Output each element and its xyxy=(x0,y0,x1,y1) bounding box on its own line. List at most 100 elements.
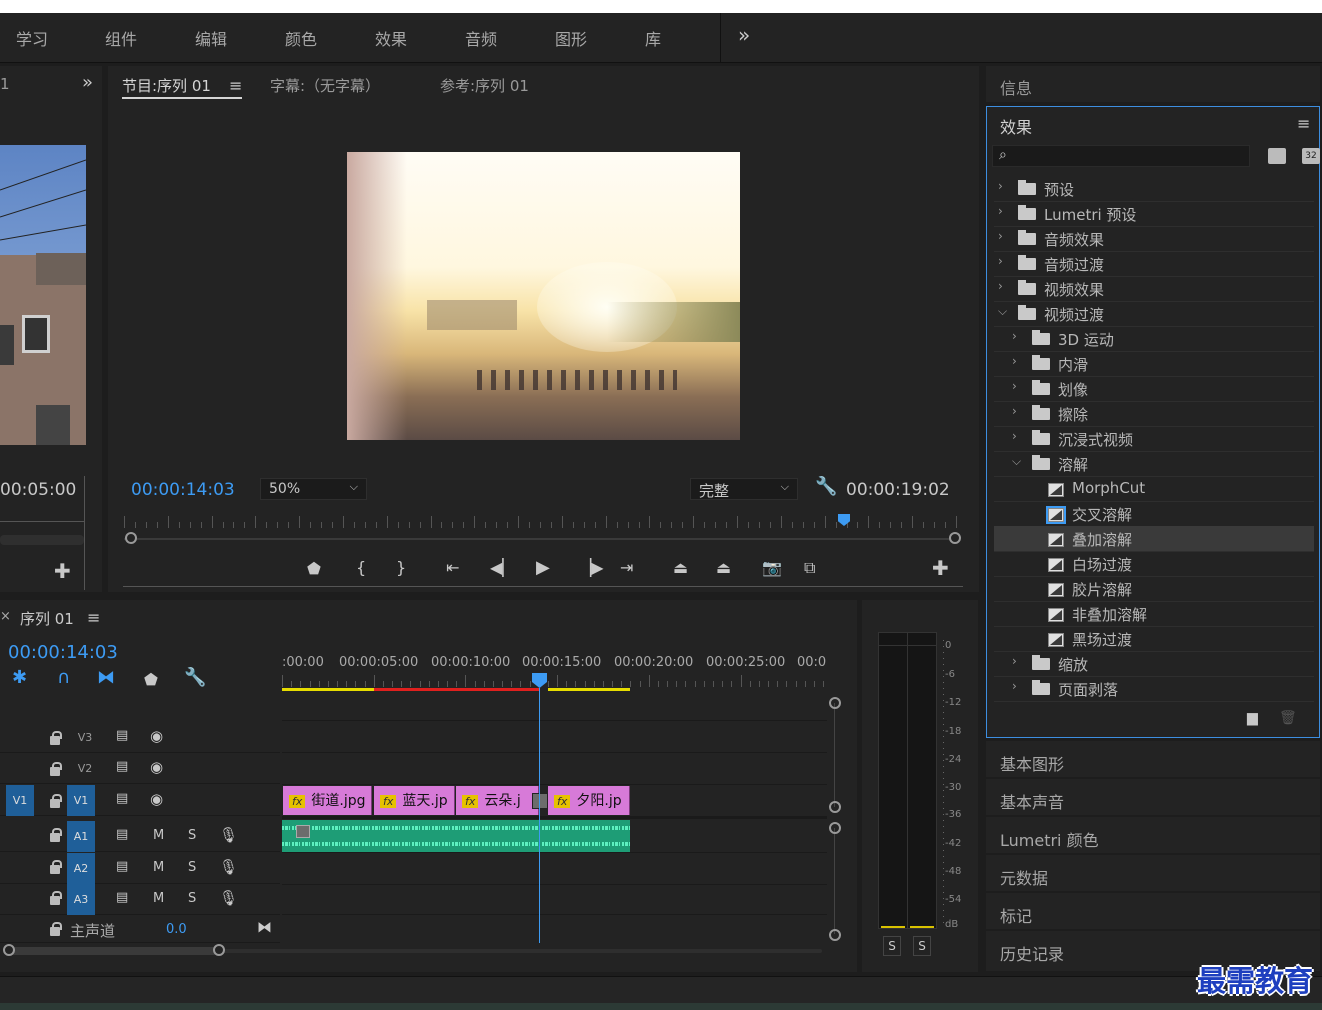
lock-icon[interactable] xyxy=(50,828,62,842)
effects-tree-item[interactable]: ⌵ 溶解 xyxy=(994,451,1314,476)
export-frame-camera-icon[interactable]: 📷 xyxy=(762,560,782,576)
workspace-tab-graphics[interactable]: 图形 xyxy=(555,26,587,50)
effects-search-input[interactable]: ⌕ xyxy=(992,145,1250,167)
effects-tree-item[interactable]: › 预设 xyxy=(994,176,1314,201)
comparison-view-icon[interactable]: ⧉ xyxy=(804,560,815,576)
audio-clip-waveform[interactable] xyxy=(282,820,630,852)
audio-scroll-handle[interactable] xyxy=(829,822,841,834)
mute-button[interactable]: M xyxy=(153,860,164,875)
program-time-ruler[interactable] xyxy=(124,514,957,534)
track-label-v3[interactable]: V3 xyxy=(71,722,99,753)
step-back-icon[interactable]: ◀▏ xyxy=(490,560,515,576)
tab-program[interactable]: 节目:序列 01 xyxy=(122,75,211,96)
mute-button[interactable]: M xyxy=(153,828,164,843)
source-patch-v1[interactable]: V1 xyxy=(6,785,34,816)
chevron-right-icon[interactable]: › xyxy=(998,279,1003,293)
chevron-right-icon[interactable]: › xyxy=(1012,379,1017,393)
effects-tree-item[interactable]: MorphCut xyxy=(994,476,1314,501)
lock-icon[interactable] xyxy=(50,922,62,936)
linked-selection-icon[interactable]: ⧓ xyxy=(97,669,115,687)
tab-reference[interactable]: 参考:序列 01 xyxy=(440,75,529,96)
lock-icon[interactable] xyxy=(50,731,62,745)
32bit-effects-icon[interactable]: 32 xyxy=(1302,148,1320,164)
effects-tree-item[interactable]: › 音频过渡 xyxy=(994,251,1314,276)
audio-scroll-handle[interactable] xyxy=(829,929,841,941)
panel-essential-graphics[interactable]: 基本图形 xyxy=(986,741,1320,777)
panel-markers[interactable]: 标记 xyxy=(986,893,1320,929)
master-track-volume[interactable]: 0.0 xyxy=(166,922,187,937)
sync-lock-film-icon[interactable]: ▤ xyxy=(116,759,128,774)
microphone-icon[interactable]: 🎙 xyxy=(219,826,238,844)
sync-lock-film-icon[interactable]: ▤ xyxy=(116,791,128,806)
info-panel[interactable]: 信息 xyxy=(986,66,1320,102)
mark-in-icon[interactable]: { xyxy=(356,560,366,576)
panel-essential-sound[interactable]: 基本声音 xyxy=(986,779,1320,815)
timeline-menu-icon[interactable]: ≡ xyxy=(87,608,100,627)
step-forward-icon[interactable]: ▕▶ xyxy=(579,560,604,576)
track-label-v2[interactable]: V2 xyxy=(71,753,99,784)
mute-button[interactable]: M xyxy=(153,891,164,906)
microphone-icon[interactable]: 🎙 xyxy=(219,889,238,907)
solo-right-button[interactable]: S xyxy=(913,936,931,956)
lock-icon[interactable] xyxy=(50,891,62,905)
nest-toggle-icon[interactable]: ✱ xyxy=(12,669,27,687)
video-scroll-handle[interactable] xyxy=(829,801,841,813)
accelerated-effects-icon[interactable] xyxy=(1268,148,1286,164)
clip-clouds[interactable]: fx 云朵.j xyxy=(456,786,539,815)
new-bin-folder-icon[interactable]: ▆ xyxy=(1247,710,1258,726)
effects-tree-item[interactable]: 叠加溶解 xyxy=(994,526,1314,551)
sync-lock-film-icon[interactable]: ▤ xyxy=(116,827,128,842)
tab-captions[interactable]: 字幕:（无字幕） xyxy=(270,75,380,96)
effects-tree-item[interactable]: 胶片溶解 xyxy=(994,576,1314,601)
add-button-icon[interactable]: ✚ xyxy=(932,558,949,578)
solo-left-button[interactable]: S xyxy=(883,936,901,956)
source-overflow-button[interactable]: » xyxy=(82,72,93,93)
chevron-down-icon[interactable]: ⌵ xyxy=(1012,454,1021,469)
extract-icon[interactable]: ⏏ xyxy=(716,560,731,576)
effects-tree-item[interactable]: › 视频效果 xyxy=(994,276,1314,301)
chevron-right-icon[interactable]: › xyxy=(1012,654,1017,668)
scroll-handle-right[interactable] xyxy=(949,532,961,544)
chevron-right-icon[interactable]: › xyxy=(1012,429,1017,443)
effects-tree-item[interactable]: 黑场过渡 xyxy=(994,626,1314,651)
go-to-out-icon[interactable]: ⇥ xyxy=(620,560,633,576)
chevron-right-icon[interactable]: › xyxy=(998,204,1003,218)
effects-tree-item[interactable]: 白场过渡 xyxy=(994,551,1314,576)
effects-tree-item[interactable]: 非叠加溶解 xyxy=(994,601,1314,626)
chevron-right-icon[interactable]: › xyxy=(1012,354,1017,368)
chevron-right-icon[interactable]: › xyxy=(998,254,1003,268)
go-to-edit-point-icon[interactable]: ⧓ xyxy=(257,918,272,936)
program-menu-icon[interactable]: ≡ xyxy=(229,76,242,95)
solo-button[interactable]: S xyxy=(188,860,196,875)
solo-button[interactable]: S xyxy=(188,828,196,843)
mark-out-icon[interactable]: } xyxy=(396,560,406,576)
workspace-tab-color[interactable]: 颜色 xyxy=(285,26,317,50)
timeline-settings-wrench-icon[interactable]: 🔧 xyxy=(184,669,206,687)
delete-trash-icon[interactable]: 🗑 xyxy=(1279,710,1297,726)
effects-tree-item[interactable]: ⌵ 视频过渡 xyxy=(994,301,1314,326)
chevron-right-icon[interactable]: › xyxy=(1012,329,1017,343)
clip-sunset[interactable]: fx 夕阳.jp xyxy=(548,786,630,815)
quality-select[interactable]: 完整 ⌵ xyxy=(690,478,798,500)
zoom-select[interactable]: 50% ⌵ xyxy=(260,478,367,500)
scroll-handle-left[interactable] xyxy=(3,944,15,956)
source-scrollbar[interactable] xyxy=(0,535,84,545)
timeline-h-scroll-thumb[interactable] xyxy=(8,947,218,955)
effects-tree-item[interactable]: › 缩放 xyxy=(994,651,1314,676)
clip-blue-sky[interactable]: fx 蓝天.jp xyxy=(374,786,455,815)
effects-tree-item[interactable]: › 音频效果 xyxy=(994,226,1314,251)
chevron-right-icon[interactable]: › xyxy=(1012,404,1017,418)
timeline-timecode[interactable]: 00:00:14:03 xyxy=(8,642,118,663)
source-add-button-icon[interactable]: ✚ xyxy=(54,561,71,581)
effects-tree-item[interactable]: › 擦除 xyxy=(994,401,1314,426)
chevron-right-icon[interactable]: › xyxy=(998,229,1003,243)
track-label-v1[interactable]: V1 xyxy=(67,785,95,816)
effects-menu-icon[interactable]: ≡ xyxy=(1297,114,1310,133)
settings-wrench-icon[interactable]: 🔧 xyxy=(815,478,837,496)
track-label-a3[interactable]: A3 xyxy=(67,884,95,915)
chevron-right-icon[interactable]: › xyxy=(1012,679,1017,693)
snap-magnet-icon[interactable]: ∩ xyxy=(57,669,70,687)
effects-tree-item[interactable]: 交叉溶解 xyxy=(994,501,1314,526)
video-scroll-handle[interactable] xyxy=(829,697,841,709)
chevron-down-icon[interactable]: ⌵ xyxy=(998,304,1007,319)
